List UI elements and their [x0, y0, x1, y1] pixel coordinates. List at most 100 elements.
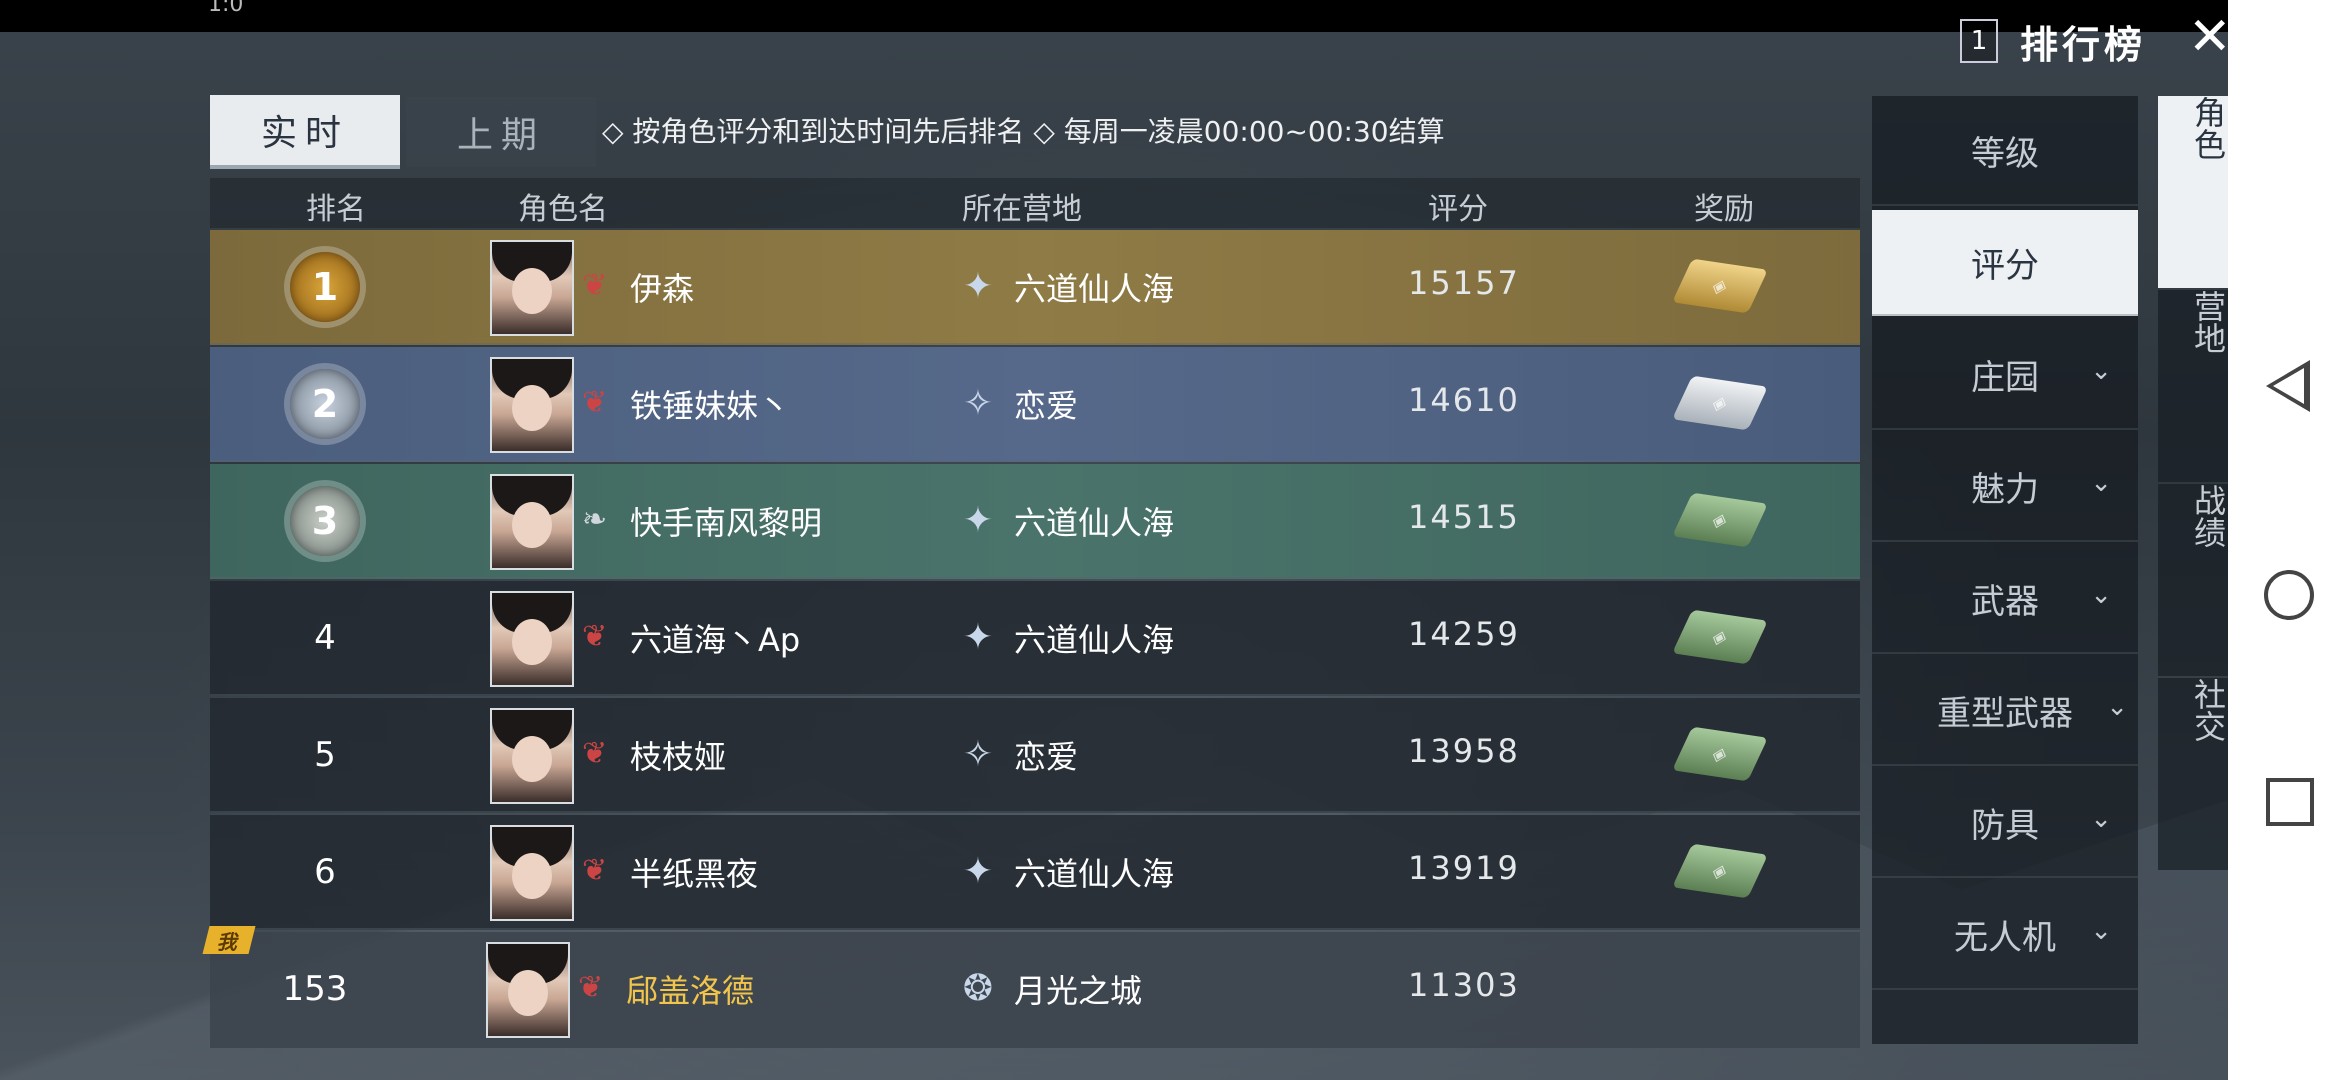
- status-clock: 1:0: [208, 0, 244, 17]
- chevron-down-icon: ⌄: [2090, 804, 2112, 834]
- reward-crate-icon[interactable]: ◈: [1672, 609, 1768, 665]
- avatar[interactable]: [490, 240, 574, 336]
- score-value: 14610: [1408, 381, 1520, 419]
- close-button[interactable]: ✕: [2188, 10, 2232, 64]
- reward-crate-icon[interactable]: ◈: [1672, 726, 1768, 782]
- rank-medal-bronze-icon: 3: [290, 485, 360, 556]
- avatar[interactable]: [490, 591, 574, 687]
- page-title: 排行榜: [2020, 22, 2147, 67]
- rank-cell: 1: [270, 230, 380, 343]
- period-tabs: 实时 上期: [210, 95, 596, 169]
- tab-camp[interactable]: 营地: [2158, 290, 2228, 482]
- category-label: 武器: [1971, 581, 2039, 622]
- category-heavy-weapon[interactable]: 重型武器 ⌄: [1872, 656, 2138, 766]
- camp-emblem-icon: ✦: [962, 499, 994, 541]
- camp-name: 六道仙人海: [1014, 504, 1175, 542]
- back-icon-inner: [2273, 368, 2304, 404]
- avatar[interactable]: [490, 474, 574, 570]
- camp-emblem-icon: ❂: [962, 967, 994, 1009]
- reward-crate-icon[interactable]: ◈: [1672, 492, 1768, 548]
- player-name: 郈盖洛德: [626, 972, 755, 1010]
- rank-number: 4: [314, 617, 336, 658]
- category-manor[interactable]: 庄园 ⌄: [1872, 320, 2138, 430]
- category-weapon[interactable]: 武器 ⌄: [1872, 544, 2138, 654]
- category-label: 庄园: [1971, 357, 2039, 398]
- player-name: 六道海丶Ap: [630, 621, 801, 659]
- camp-name: 月光之城: [1014, 972, 1143, 1010]
- category-level[interactable]: 等级: [1872, 96, 2138, 206]
- tab-record[interactable]: 战绩: [2158, 484, 2228, 676]
- table-header: 排名 角色名 所在营地 评分 奖励: [210, 178, 1860, 228]
- my-ranking-row[interactable]: 我 153 ❦ 郈盖洛德 ❂ 月光之城 11303: [202, 926, 1860, 1048]
- tab-realtime[interactable]: 实时: [210, 95, 400, 169]
- category-label: 无人机: [1954, 917, 2056, 958]
- avatar[interactable]: [490, 708, 574, 804]
- category-charm[interactable]: 魅力 ⌄: [1872, 432, 2138, 542]
- system-navigation-bar: [2228, 0, 2340, 1080]
- category-label: 重型武器: [1937, 693, 2073, 734]
- table-row[interactable]: 1 ❦ 伊森 ✦ 六道仙人海 15157 ◈: [210, 230, 1860, 345]
- avatar[interactable]: [490, 825, 574, 921]
- score-value: 13919: [1408, 849, 1520, 887]
- camp-emblem-icon: ✦: [962, 850, 994, 892]
- ranking-list: 1 ❦ 伊森 ✦ 六道仙人海 15157 ◈ 2 ❦ 铁锤妹妹丶 ✧ 恋爱 14…: [202, 230, 1860, 1050]
- score-value: 14259: [1408, 615, 1520, 653]
- reward-crate-icon[interactable]: ◈: [1672, 843, 1768, 899]
- rank-medal-silver-icon: 2: [290, 368, 360, 439]
- category-label: 评分: [1971, 245, 2039, 286]
- category-label: 等级: [1971, 133, 2039, 174]
- category-label: 防具: [1971, 805, 2039, 846]
- player-name: 快手南风黎明: [630, 504, 823, 542]
- rank-cell: 3: [270, 464, 380, 577]
- category-drone[interactable]: 无人机 ⌄: [1872, 880, 2138, 990]
- table-row[interactable]: 4 ❦ 六道海丶Ap ✦ 六道仙人海 14259 ◈: [210, 581, 1860, 696]
- chevron-down-icon: ⌄: [2106, 692, 2128, 722]
- side-tabs: 角色 营地 战绩 社交: [2158, 96, 2228, 876]
- camp-name: 六道仙人海: [1014, 270, 1175, 308]
- recent-apps-icon[interactable]: [2266, 778, 2314, 826]
- status-bar: 1:0: [0, 0, 2228, 32]
- rank-cell: 2: [270, 347, 380, 460]
- header-rank-badge: 1: [1960, 19, 1998, 63]
- title-badge-icon: ❦: [582, 853, 608, 888]
- leaderboard-header: 1 排行榜: [1960, 18, 2146, 67]
- score-value: 15157: [1408, 264, 1520, 302]
- camp-emblem-icon: ✦: [962, 616, 994, 658]
- tab-last-period[interactable]: 上期: [406, 97, 596, 167]
- player-name: 枝枝娅: [630, 738, 727, 776]
- self-tag: 我: [202, 926, 256, 954]
- avatar[interactable]: [486, 942, 570, 1038]
- chevron-down-icon: ⌄: [2090, 356, 2112, 386]
- table-row[interactable]: 3 ❧ 快手南风黎明 ✦ 六道仙人海 14515 ◈: [210, 464, 1860, 579]
- camp-emblem-icon: ✧: [962, 733, 994, 775]
- chevron-down-icon: ⌄: [2090, 580, 2112, 610]
- ranking-rule-tip: ◇ 按角色评分和到达时间先后排名 ◇ 每周一凌晨00:00~00:30结算: [602, 115, 1445, 148]
- score-value: 13958: [1408, 732, 1520, 770]
- column-camp: 所在营地: [962, 192, 1082, 227]
- table-row[interactable]: 5 ❦ 枝枝娅 ✧ 恋爱 13958 ◈: [210, 698, 1860, 813]
- column-rank: 排名: [306, 192, 366, 227]
- reward-crate-icon[interactable]: ◈: [1672, 375, 1768, 431]
- table-row[interactable]: 6 ❦ 半纸黑夜 ✦ 六道仙人海 13919 ◈: [210, 815, 1860, 930]
- avatar[interactable]: [490, 357, 574, 453]
- title-badge-icon: ❦: [578, 970, 604, 1005]
- camp-name: 六道仙人海: [1014, 855, 1175, 893]
- title-badge-icon: ❦: [582, 385, 608, 420]
- rank-number: 153: [282, 968, 348, 1009]
- category-score[interactable]: 评分: [1872, 210, 2138, 316]
- title-badge-icon: ❦: [582, 268, 608, 303]
- tab-social[interactable]: 社交: [2158, 678, 2228, 870]
- chevron-down-icon: ⌄: [2090, 916, 2112, 946]
- title-badge-icon: ❦: [582, 619, 608, 654]
- rank-medal-gold-icon: 1: [290, 251, 360, 322]
- table-row[interactable]: 2 ❦ 铁锤妹妹丶 ✧ 恋爱 14610 ◈: [210, 347, 1860, 462]
- category-armor[interactable]: 防具 ⌄: [1872, 768, 2138, 878]
- category-menu: 等级 评分 庄园 ⌄ 魅力 ⌄ 武器 ⌄ 重型武器 ⌄ 防具 ⌄ 无人机 ⌄: [1872, 96, 2138, 1044]
- camp-emblem-icon: ✧: [962, 382, 994, 424]
- camp-name: 六道仙人海: [1014, 621, 1175, 659]
- leaf-badge-icon: ❧: [582, 502, 608, 537]
- home-icon[interactable]: [2264, 570, 2314, 620]
- tab-character[interactable]: 角色: [2158, 96, 2228, 288]
- leaderboard-panel: 实时 上期 ◇ 按角色评分和到达时间先后排名 ◇ 每周一凌晨00:00~00:3…: [202, 95, 1860, 1048]
- reward-crate-icon[interactable]: ◈: [1672, 258, 1768, 314]
